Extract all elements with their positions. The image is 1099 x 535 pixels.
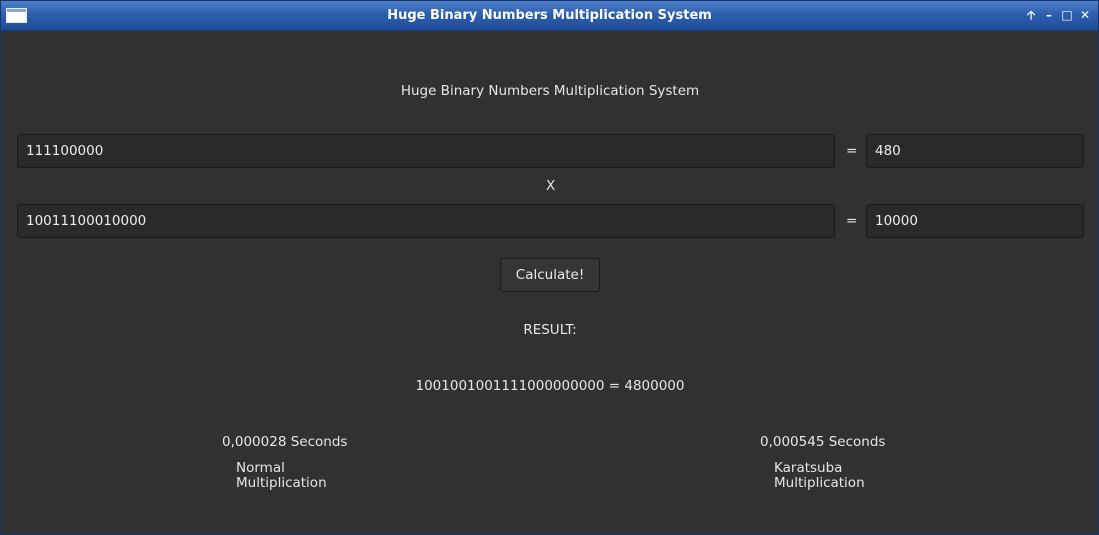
title-bar[interactable]: Huge Binary Numbers Multiplication Syste… — [1, 1, 1098, 31]
normal-method-label-line2: Multiplication — [236, 475, 327, 491]
karatsuba-method-label-line2: Multiplication — [774, 475, 865, 491]
minimize-icon[interactable]: – — [1041, 7, 1057, 23]
result-heading: RESULT: — [523, 322, 577, 338]
karatsuba-time-label: 0,000545 Seconds — [760, 434, 886, 450]
second-binary-input[interactable] — [17, 204, 835, 238]
normal-time-label: 0,000028 Seconds — [222, 434, 348, 450]
page-title: Huge Binary Numbers Multiplication Syste… — [400, 83, 700, 99]
normal-method-label-line1: Normal — [236, 460, 285, 476]
window-title: Huge Binary Numbers Multiplication Syste… — [387, 8, 712, 23]
first-binary-input[interactable] — [17, 134, 835, 168]
normal-method-label: Normal Multiplication — [236, 461, 327, 491]
close-icon[interactable]: ✕ — [1077, 7, 1093, 23]
result-value: 1001001001111000000000 = 4800000 — [415, 378, 685, 394]
multiply-sign: X — [546, 178, 556, 194]
maximize-icon[interactable]: □ — [1059, 7, 1075, 23]
second-equals-sign: = — [846, 213, 858, 229]
second-decimal-field[interactable] — [866, 204, 1084, 238]
main-content: Huge Binary Numbers Multiplication Syste… — [2, 31, 1098, 534]
calculate-button[interactable]: Calculate! — [500, 258, 600, 292]
pin-icon[interactable]: 🡡 — [1023, 7, 1039, 23]
app-window: Huge Binary Numbers Multiplication Syste… — [0, 0, 1099, 535]
karatsuba-method-label-line1: Karatsuba — [774, 460, 843, 476]
karatsuba-method-label: Karatsuba Multiplication — [774, 461, 865, 491]
first-decimal-field[interactable] — [866, 134, 1084, 168]
first-equals-sign: = — [846, 143, 858, 159]
